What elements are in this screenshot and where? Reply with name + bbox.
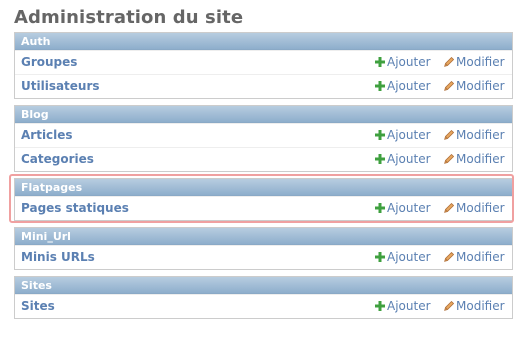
change-label: Modifier <box>456 55 505 69</box>
page-title: Administration du site <box>14 7 244 28</box>
add-label: Ajouter <box>387 79 431 93</box>
model-link-utilisateurs[interactable]: Utilisateurs <box>21 75 100 98</box>
module-blog: Blog Articles Ajouter Modifier Categorie… <box>14 105 513 172</box>
pencil-icon <box>444 203 454 213</box>
change-button-minis-urls[interactable]: Modifier <box>444 246 505 269</box>
change-button-groupes[interactable]: Modifier <box>444 51 505 74</box>
plus-icon <box>375 252 385 262</box>
pencil-icon <box>444 81 454 91</box>
module-sites: Sites Sites Ajouter Modifier <box>14 276 513 319</box>
add-label: Ajouter <box>387 128 431 142</box>
add-button-sites[interactable]: Ajouter <box>375 295 431 318</box>
add-button-utilisateurs[interactable]: Ajouter <box>375 75 431 98</box>
table-row: Sites Ajouter Modifier <box>15 294 512 318</box>
change-button-categories[interactable]: Modifier <box>444 148 505 171</box>
table-row: Minis URLs Ajouter Modifier <box>15 245 512 269</box>
pencil-icon <box>444 301 454 311</box>
table-row: Utilisateurs Ajouter Modifier <box>15 74 512 98</box>
add-button-categories[interactable]: Ajouter <box>375 148 431 171</box>
change-button-pages-statiques[interactable]: Modifier <box>444 197 505 220</box>
add-label: Ajouter <box>387 152 431 166</box>
model-link-categories[interactable]: Categories <box>21 148 94 171</box>
add-button-groupes[interactable]: Ajouter <box>375 51 431 74</box>
plus-icon <box>375 81 385 91</box>
add-label: Ajouter <box>387 299 431 313</box>
change-button-sites[interactable]: Modifier <box>444 295 505 318</box>
table-row: Groupes Ajouter Modifier <box>15 50 512 74</box>
change-label: Modifier <box>456 201 505 215</box>
module-caption-mini-url[interactable]: Mini_Url <box>15 228 512 245</box>
model-link-articles[interactable]: Articles <box>21 124 73 147</box>
pencil-icon <box>444 130 454 140</box>
model-link-sites[interactable]: Sites <box>21 295 55 318</box>
model-link-groupes[interactable]: Groupes <box>21 51 77 74</box>
add-label: Ajouter <box>387 201 431 215</box>
change-label: Modifier <box>456 152 505 166</box>
change-button-utilisateurs[interactable]: Modifier <box>444 75 505 98</box>
plus-icon <box>375 154 385 164</box>
plus-icon <box>375 203 385 213</box>
add-button-pages-statiques[interactable]: Ajouter <box>375 197 431 220</box>
module-caption-flatpages[interactable]: Flatpages <box>15 179 512 196</box>
module-caption-blog[interactable]: Blog <box>15 106 512 123</box>
module-auth: Auth Groupes Ajouter Modifier Utilisateu… <box>14 32 513 99</box>
model-link-pages-statiques[interactable]: Pages statiques <box>21 197 129 220</box>
change-label: Modifier <box>456 250 505 264</box>
add-label: Ajouter <box>387 250 431 264</box>
pencil-icon <box>444 154 454 164</box>
change-label: Modifier <box>456 79 505 93</box>
plus-icon <box>375 57 385 67</box>
add-button-articles[interactable]: Ajouter <box>375 124 431 147</box>
table-row: Categories Ajouter Modifier <box>15 147 512 171</box>
change-label: Modifier <box>456 299 505 313</box>
table-row: Articles Ajouter Modifier <box>15 123 512 147</box>
add-button-minis-urls[interactable]: Ajouter <box>375 246 431 269</box>
module-flatpages: Flatpages Pages statiques Ajouter Modifi… <box>14 178 513 221</box>
change-label: Modifier <box>456 128 505 142</box>
pencil-icon <box>444 252 454 262</box>
module-mini-url: Mini_Url Minis URLs Ajouter Modifier <box>14 227 513 270</box>
plus-icon <box>375 130 385 140</box>
module-caption-sites[interactable]: Sites <box>15 277 512 294</box>
change-button-articles[interactable]: Modifier <box>444 124 505 147</box>
add-label: Ajouter <box>387 55 431 69</box>
table-row: Pages statiques Ajouter Modifier <box>15 196 512 220</box>
module-caption-auth[interactable]: Auth <box>15 33 512 50</box>
plus-icon <box>375 301 385 311</box>
model-link-minis-urls[interactable]: Minis URLs <box>21 246 95 269</box>
pencil-icon <box>444 57 454 67</box>
